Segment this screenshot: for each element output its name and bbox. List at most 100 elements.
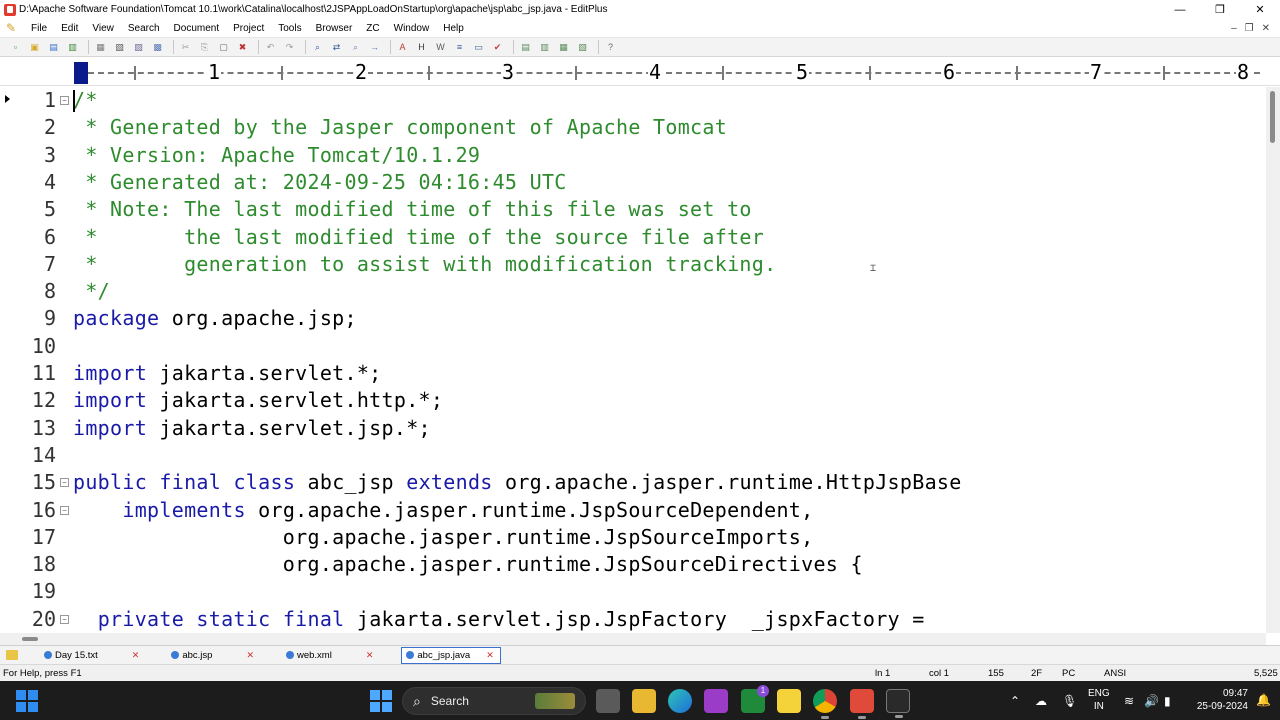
find-in-files-icon[interactable]: ⌕ [348,40,363,55]
taskbar-search[interactable]: ⌕ Search [402,687,586,715]
terminal-icon[interactable] [886,689,910,718]
widgets-icon[interactable] [16,690,38,712]
tab-close-icon[interactable]: ✕ [132,650,140,661]
directory-icon[interactable]: ▥ [537,40,552,55]
font-icon[interactable]: A [395,40,410,55]
menu-file[interactable]: File [24,23,54,34]
find-icon[interactable]: ⌕ [310,40,325,55]
app-purple-icon[interactable] [704,689,728,713]
file-explorer-icon[interactable] [632,689,656,713]
full-screen-icon[interactable]: ▧ [575,40,590,55]
chrome-icon[interactable] [813,689,837,719]
delete-icon[interactable]: ✖ [235,40,250,55]
edge-browser-icon[interactable] [668,689,692,713]
excel-icon[interactable]: 1 [741,685,769,713]
print-preview-icon[interactable]: ▦ [93,40,108,55]
tray-chevron-icon[interactable]: ⌃ [1010,694,1020,708]
start-button[interactable] [370,690,392,712]
microphone-icon[interactable]: 🎙 [1062,694,1077,708]
volume-icon[interactable]: 🔊 [1144,694,1159,708]
menu-window[interactable]: Window [387,23,437,34]
document-tab[interactable]: abc.jsp ✕ [167,647,260,664]
vertical-scroll-thumb[interactable] [1270,91,1275,143]
cliptext-icon[interactable]: ▤ [518,40,533,55]
doc-minimize-button[interactable]: – [1231,23,1237,34]
system-clock[interactable]: 09:47 25-09-2024 [1196,687,1248,713]
menu-view[interactable]: View [85,23,121,34]
code-line[interactable]: 13 import jakarta.servlet.jsp.*; [0,415,1266,442]
doc-restore-button[interactable]: ❐ [1245,23,1254,34]
cut-icon[interactable]: ✂ [178,40,193,55]
document-tab[interactable]: web.xml ✕ [282,647,379,664]
minimize-button[interactable]: — [1160,0,1200,19]
fold-toggle-icon[interactable]: − [60,96,69,105]
menu-edit[interactable]: Edit [54,23,85,34]
save-all-icon[interactable]: ▥ [65,40,80,55]
code-line[interactable]: 10 [0,333,1266,360]
tab-close-icon[interactable]: ✕ [486,650,494,661]
hex-icon[interactable]: H [414,40,429,55]
menu-zc[interactable]: ZC [359,23,386,34]
menu-document[interactable]: Document [167,23,227,34]
tab-close-icon[interactable]: ✕ [366,650,374,661]
line-number-icon[interactable]: ≡ [452,40,467,55]
word-wrap-icon[interactable]: W [433,40,448,55]
wifi-icon[interactable]: ≋ [1124,694,1134,708]
document-tab[interactable]: Day 15.txt ✕ [40,647,145,664]
replace-icon[interactable]: ⇄ [329,40,344,55]
code-line[interactable]: 17 org.apache.jasper.runtime.JspSourceIm… [0,524,1266,551]
document-pencil-icon[interactable]: ✎ [4,21,18,35]
code-line[interactable]: 15− public final class abc_jsp extends or… [0,469,1266,496]
spell-icon[interactable]: ▨ [131,40,146,55]
code-line[interactable]: 19 [0,578,1266,605]
code-line[interactable]: 2 * Generated by the Jasper component of… [0,114,1266,141]
onedrive-cloud-icon[interactable]: ☁ [1035,694,1047,708]
print-icon[interactable]: ▧ [112,40,127,55]
fold-toggle-icon[interactable]: − [60,505,69,515]
output-icon[interactable]: ▦ [556,40,571,55]
code-line[interactable]: 12 import jakarta.servlet.http.*; [0,387,1266,414]
sticky-notes-icon[interactable] [777,689,801,713]
code-line[interactable]: 3 * Version: Apache Tomcat/10.1.29 [0,142,1266,169]
code-line[interactable]: 11 import jakarta.servlet.*; [0,360,1266,387]
tab-close-icon[interactable]: ✕ [246,650,254,661]
task-view-icon[interactable] [596,689,620,713]
code-line[interactable]: 14 [0,442,1266,469]
save-icon[interactable]: ▤ [46,40,61,55]
code-line[interactable]: 6 * the last modified time of the source… [0,224,1266,251]
menu-help[interactable]: Help [436,23,471,34]
check-icon[interactable]: ✔ [490,40,505,55]
language-indicator[interactable]: ENG IN [1088,687,1110,713]
redo-icon[interactable]: ↷ [282,40,297,55]
code-line[interactable]: 16− implements org.apache.jasper.runtime… [0,497,1266,524]
fold-toggle-icon[interactable]: − [60,614,69,624]
notification-bell-icon[interactable]: 🔔 [1256,693,1271,707]
code-line[interactable]: 8 */ [0,278,1266,305]
battery-icon[interactable]: ▮ [1164,694,1171,708]
fold-toggle-icon[interactable]: − [60,478,69,488]
ruler-icon[interactable]: ▭ [471,40,486,55]
editplus-taskbar-icon[interactable] [850,689,874,719]
code-line[interactable]: 9 package org.apache.jsp; [0,305,1266,332]
paste-icon[interactable]: ▢ [216,40,231,55]
code-line[interactable]: 4 * Generated at: 2024-09-25 04:16:45 UT… [0,169,1266,196]
vertical-scrollbar[interactable] [1266,87,1280,633]
browser-preview-icon[interactable]: ▩ [150,40,165,55]
code-line[interactable]: 5 * Note: The last modified time of this… [0,196,1266,223]
goto-icon[interactable]: → [367,40,382,55]
doc-close-button[interactable]: ✕ [1262,23,1270,34]
new-icon[interactable]: ▫ [8,40,23,55]
code-line[interactable]: 1−/* [0,87,1266,114]
horizontal-scroll-thumb[interactable] [22,637,38,641]
menu-browser[interactable]: Browser [309,23,360,34]
help-icon[interactable]: ? [603,40,618,55]
maximize-button[interactable]: ❐ [1200,0,1240,19]
undo-icon[interactable]: ↶ [263,40,278,55]
code-editor[interactable]: 1−/* 2 * Generated by the Jasper componen… [0,87,1266,633]
close-button[interactable]: ✕ [1240,0,1280,19]
horizontal-scrollbar[interactable] [0,633,1266,645]
copy-icon[interactable]: ⎘ [197,40,212,55]
menu-search[interactable]: Search [121,23,167,34]
code-line[interactable]: 20− private static final jakarta.servlet… [0,606,1266,633]
menu-tools[interactable]: Tools [271,23,308,34]
